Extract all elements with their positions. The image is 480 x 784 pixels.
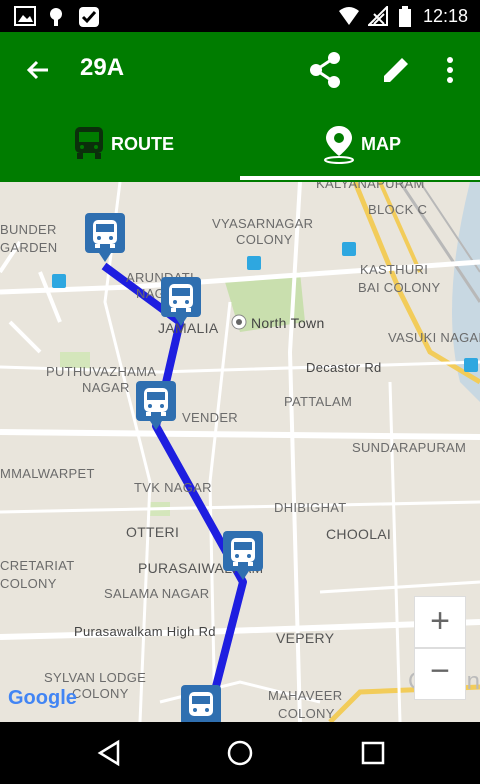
map-label: TVK NAGAR xyxy=(134,480,212,495)
wifi-icon xyxy=(338,6,360,31)
bus-stop-marker[interactable] xyxy=(222,530,264,587)
more-vert-icon[interactable] xyxy=(436,50,464,90)
back-nav-icon[interactable] xyxy=(94,738,124,768)
map-label: VENDER xyxy=(182,410,238,425)
battery-icon xyxy=(398,6,412,33)
map-label: OTTERI xyxy=(126,524,180,540)
zoom-in-label: + xyxy=(430,602,450,640)
zoom-in-button[interactable]: + xyxy=(414,596,466,648)
map-view[interactable]: KALYANAPURAM BLOCK C VYASARNAGAR COLONY … xyxy=(0,182,480,722)
bus-stop-icon xyxy=(136,381,176,430)
app-bar: 29A ROUTE MAP xyxy=(0,32,480,182)
north-town-label[interactable]: North Town xyxy=(251,315,325,331)
edit-pencil-icon[interactable] xyxy=(376,50,416,90)
google-attribution: Google xyxy=(8,687,77,709)
back-arrow-icon[interactable] xyxy=(22,54,54,86)
map-label: KALYANAPURAM xyxy=(316,182,425,191)
bus-stop-icon xyxy=(161,277,201,326)
map-label: VEPERY xyxy=(276,630,335,646)
map-label: COLONY xyxy=(278,706,335,721)
status-time: 12:18 xyxy=(422,6,468,26)
zoom-out-button[interactable]: − xyxy=(414,648,466,700)
share-icon[interactable] xyxy=(306,50,346,90)
map-pin-icon xyxy=(322,124,356,169)
map-label: SALAMA NAGAR xyxy=(104,586,210,601)
zoom-out-label: − xyxy=(430,652,450,690)
map-label: KASTHURI xyxy=(360,262,429,277)
check-icon xyxy=(78,6,100,33)
bus-stop-icon xyxy=(181,685,221,722)
toolbar: 29A xyxy=(0,32,480,108)
map-label: MMALWARPET xyxy=(0,466,95,481)
tab-map-label: MAP xyxy=(361,134,401,154)
bus-stop-icon xyxy=(223,531,263,580)
tab-route[interactable]: ROUTE xyxy=(0,116,240,182)
map-label: VYASARNAGAR xyxy=(212,216,314,231)
android-icon xyxy=(46,6,66,33)
map-label: CHOOLAI xyxy=(326,526,392,542)
map-label: PUTHUVAZHAMA xyxy=(46,364,157,379)
tab-indicator xyxy=(240,176,480,180)
navigation-bar xyxy=(0,722,480,784)
map-label: COLONY xyxy=(72,686,129,701)
map-road-label: Purasawalkam High Rd xyxy=(74,624,216,639)
gallery-icon xyxy=(14,6,36,31)
google-logo: Google xyxy=(8,687,77,710)
map-label: COLONY xyxy=(0,576,57,591)
map-label: COLONY xyxy=(236,232,293,247)
bus-stop-marker[interactable] xyxy=(135,380,177,437)
map-label: VASUKI NAGAR xyxy=(388,330,480,345)
map-label: BLOCK C xyxy=(368,202,428,217)
bus-icon xyxy=(74,126,104,165)
map-label: SUNDARAPURAM xyxy=(352,440,467,455)
tab-route-label: ROUTE xyxy=(111,134,174,154)
bus-stop-marker[interactable] xyxy=(180,684,222,722)
bus-stop-marker[interactable] xyxy=(84,212,126,269)
recents-nav-icon[interactable] xyxy=(358,738,388,768)
no-signal-icon xyxy=(366,4,388,31)
map-label: MAHAVEER xyxy=(268,688,343,703)
map-label: NAGAR xyxy=(82,380,130,395)
map-road-label: Decastor Rd xyxy=(306,360,382,375)
tab-map[interactable]: MAP xyxy=(240,116,480,182)
home-nav-icon[interactable] xyxy=(225,738,255,768)
tab-bar: ROUTE MAP xyxy=(0,116,480,182)
status-bar: 12:18 xyxy=(0,0,480,32)
map-label: CRETARIAT xyxy=(0,558,75,573)
map-label: SYLVAN LODGE xyxy=(44,670,147,685)
route-title: 29A xyxy=(80,54,125,81)
map-label: BUNDER xyxy=(0,222,57,237)
map-label: PATTALAM xyxy=(284,394,353,409)
map-label: DHIBIGHAT xyxy=(274,500,347,515)
bus-stop-marker[interactable] xyxy=(160,276,202,333)
map-label: BAI COLONY xyxy=(358,280,441,295)
map-label: GARDEN xyxy=(0,240,58,255)
bus-stop-icon xyxy=(85,213,125,262)
